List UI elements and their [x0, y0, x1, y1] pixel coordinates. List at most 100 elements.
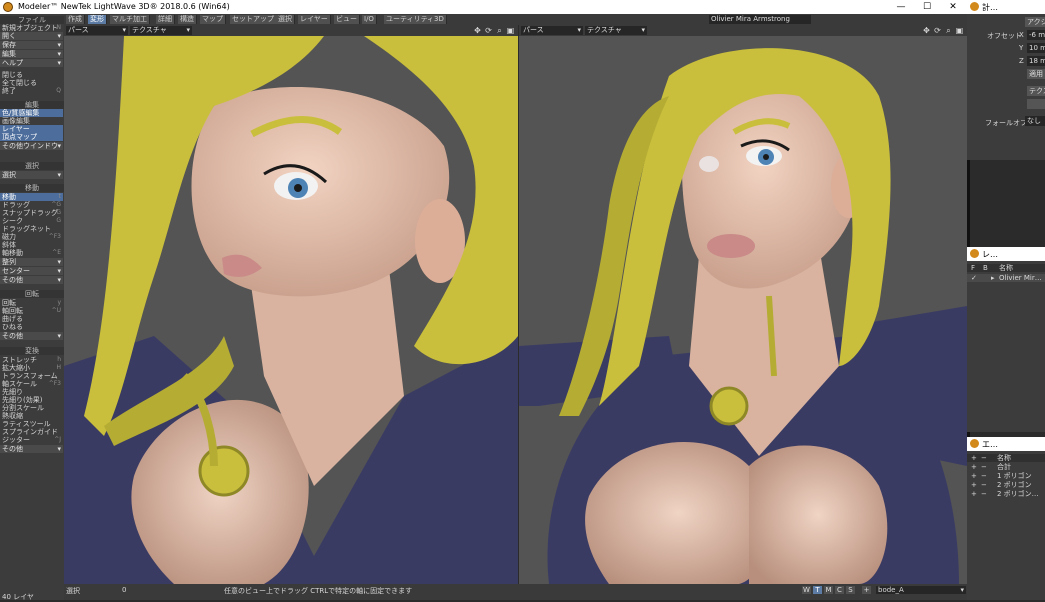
heat-shrink-tool[interactable]: 熱収縮	[0, 412, 63, 420]
tab-view[interactable]: ビュー	[334, 15, 360, 24]
drag-tool[interactable]: ドラッグ ^G	[0, 201, 63, 209]
vertex-map-button[interactable]: 頂点マップ	[0, 133, 63, 141]
projection-select[interactable]: パース	[66, 26, 128, 35]
taper-tool[interactable]: 先細り	[0, 388, 63, 396]
spline-guide-tool[interactable]: スプラインガイド	[0, 428, 63, 436]
drag-net-tool[interactable]: ドラッグネット	[0, 225, 63, 233]
stats-row[interactable]: + − 2 ポリゴン	[967, 481, 1045, 489]
close-button[interactable]: ✕	[940, 0, 966, 14]
axis-scale-tool[interactable]: 軸スケール ^F3	[0, 380, 63, 388]
minus-icon[interactable]: −	[981, 481, 987, 489]
tab-setup[interactable]: セットアップ	[230, 15, 277, 24]
minus-icon[interactable]: −	[981, 490, 987, 498]
viewport-left[interactable]: パース テクスチャ ✥ ⟳ ⌕ ▣	[64, 25, 518, 584]
minus-icon[interactable]: −	[981, 472, 987, 480]
shading-select[interactable]: テクスチャ	[585, 26, 647, 35]
snap-drag-tool[interactable]: スナップドラッグ ^G	[0, 209, 63, 217]
help-dropdown[interactable]: ヘルプ	[0, 59, 63, 67]
tab-io[interactable]: I/O	[362, 15, 377, 24]
open-dropdown[interactable]: 開く	[0, 32, 63, 40]
save-dropdown[interactable]: 保存	[0, 41, 63, 49]
plus-icon[interactable]: +	[971, 481, 977, 489]
rotate-icon[interactable]: ⟳	[484, 26, 493, 35]
maximize-button[interactable]: ☐	[914, 0, 940, 14]
lattice-tool[interactable]: ラティスツール	[0, 420, 63, 428]
stats-row[interactable]: + − 合計	[967, 463, 1045, 471]
tab-construct[interactable]: 構造	[178, 15, 197, 24]
align-dropdown[interactable]: 整列	[0, 258, 63, 266]
shear-tool[interactable]: 斜体	[0, 241, 63, 249]
falloff-select[interactable]: なし	[1025, 116, 1045, 126]
tab-select[interactable]: 選択	[276, 15, 295, 24]
select-dropdown[interactable]: 選択	[0, 171, 63, 179]
add-surface-button[interactable]: +	[862, 586, 871, 594]
axis-rotate-tool[interactable]: 軸回転 ^U	[0, 307, 63, 315]
magnet-tool[interactable]: 磁力 ^F3	[0, 233, 63, 241]
wt-button-s[interactable]: S	[846, 586, 855, 594]
move-icon[interactable]: ✥	[922, 26, 931, 35]
seek-tool[interactable]: シーク G	[0, 217, 63, 225]
surface-select[interactable]: bode_A	[876, 586, 966, 594]
tab-3d[interactable]: 3D	[432, 15, 447, 24]
offset-z-field[interactable]: 18 m	[1027, 56, 1045, 66]
exit-button[interactable]: 終了 Q	[0, 87, 63, 95]
tab-create[interactable]: 作成	[66, 15, 85, 24]
wt-button-t[interactable]: T	[813, 586, 822, 594]
offset-y-field[interactable]: 10 m	[1027, 43, 1045, 53]
stats-row[interactable]: + − 1 ポリゴン	[967, 472, 1045, 480]
minimize-button[interactable]: —	[888, 0, 914, 14]
center-dropdown[interactable]: センター	[0, 267, 63, 275]
transform-tool[interactable]: トランスフォーム	[0, 372, 63, 380]
close-all-button[interactable]: 全て閉じる	[0, 79, 63, 87]
surface-editor-button[interactable]: 色/質感編集	[0, 109, 63, 117]
move-other-dropdown[interactable]: その他	[0, 276, 63, 284]
stats-row[interactable]: + − 2 ポリゴン…	[967, 490, 1045, 498]
close-object-button[interactable]: 閉じる	[0, 71, 63, 79]
stretch-tool[interactable]: ストレッチ h	[0, 356, 63, 364]
projection-select[interactable]: パース	[521, 26, 583, 35]
tab-multiply[interactable]: マルチ加工	[110, 15, 150, 24]
apply-button[interactable]: 適用	[1027, 69, 1045, 79]
move-tool[interactable]: 移動 t	[0, 193, 63, 201]
maximize-icon[interactable]: ▣	[955, 26, 964, 35]
layer-row[interactable]: ✓ ▸ Olivier Mir…	[967, 274, 1045, 282]
offset-x-field[interactable]: -6 m	[1027, 30, 1045, 40]
tab-map[interactable]: マップ	[200, 15, 226, 24]
current-object-select[interactable]: Olivier Mira Armstrong	[709, 15, 811, 24]
tab-modify[interactable]: 変形	[88, 15, 107, 24]
size-tool[interactable]: 拡大縮小 H	[0, 364, 63, 372]
rotate-icon[interactable]: ⟳	[933, 26, 942, 35]
image-editor-button[interactable]: 画像編集	[0, 117, 63, 125]
taper-effect-tool[interactable]: 先細り(効果)	[0, 396, 63, 404]
shading-select[interactable]: テクスチャ	[130, 26, 192, 35]
tab-detail[interactable]: 詳細	[156, 15, 175, 24]
zoom-icon[interactable]: ⌕	[495, 26, 504, 35]
action-tab[interactable]: アクシ	[1025, 17, 1045, 27]
transform-other-dropdown[interactable]: その他	[0, 445, 63, 453]
bend-tool[interactable]: 曲げる	[0, 315, 63, 323]
secondary-button[interactable]	[1027, 99, 1045, 109]
axis-move-tool[interactable]: 軸移動 ^E	[0, 249, 63, 257]
wt-button-m[interactable]: M	[824, 586, 833, 594]
layers-button[interactable]: レイヤー	[0, 125, 63, 133]
plus-icon[interactable]: +	[971, 472, 977, 480]
plus-icon[interactable]: +	[971, 463, 977, 471]
twist-tool[interactable]: ひねる	[0, 323, 63, 331]
viewport-right[interactable]: パース テクスチャ ✥ ⟳ ⌕ ▣	[519, 25, 967, 584]
rotate-tool[interactable]: 回転 y	[0, 299, 63, 307]
maximize-icon[interactable]: ▣	[506, 26, 515, 35]
plus-icon[interactable]: +	[971, 490, 977, 498]
expand-icon[interactable]: ▸	[991, 274, 995, 282]
zoom-icon[interactable]: ⌕	[944, 26, 953, 35]
new-object-button[interactable]: 新規オブジェクト N	[0, 24, 63, 32]
texture-button[interactable]: テクス	[1027, 86, 1045, 96]
jitter-tool[interactable]: ジッター ^J	[0, 436, 63, 444]
other-windows-dropdown[interactable]: その他ウインドウ	[0, 142, 63, 150]
split-scale-tool[interactable]: 分割スケール	[0, 404, 63, 412]
edit-dropdown[interactable]: 編集	[0, 50, 63, 58]
wt-button-c[interactable]: C	[835, 586, 844, 594]
minus-icon[interactable]: −	[981, 463, 987, 471]
tab-layer[interactable]: レイヤー	[298, 15, 331, 24]
wt-button-w[interactable]: W	[802, 586, 811, 594]
tab-utility[interactable]: ユーティリティ	[384, 15, 438, 24]
